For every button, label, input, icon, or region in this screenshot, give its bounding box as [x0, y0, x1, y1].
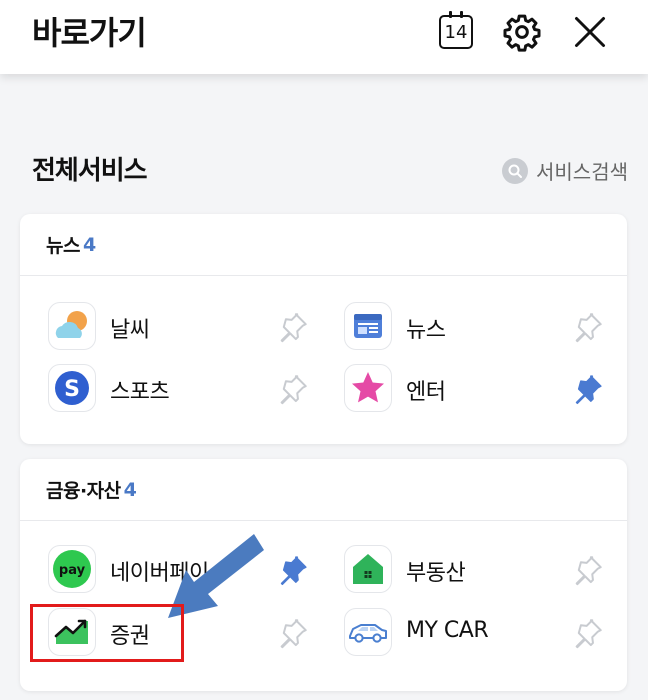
- sports-icon: S: [48, 364, 96, 412]
- entertainment-star-icon: [344, 364, 392, 412]
- category-count: 4: [82, 233, 96, 256]
- svg-text:S: S: [64, 377, 80, 402]
- pin-outline-icon[interactable]: [276, 616, 310, 650]
- service-label: MY CAR: [406, 618, 489, 643]
- pay-badge-text: pay: [59, 563, 86, 578]
- real-estate-house-icon: [344, 545, 392, 593]
- page-title: 바로가기: [32, 14, 147, 52]
- top-header: 바로가기 14: [0, 0, 648, 74]
- news-icon: [344, 302, 392, 350]
- search-icon: [502, 157, 528, 184]
- category-header: 뉴스 4: [20, 214, 627, 276]
- category-name: 금융·자산: [46, 480, 121, 502]
- service-search-label: 서비스검색: [536, 160, 628, 184]
- category-card-news: 뉴스 4 날씨 뉴스 S 스포츠 엔터: [20, 214, 627, 444]
- pin-filled-icon[interactable]: [276, 553, 310, 587]
- close-button[interactable]: [568, 10, 612, 54]
- pin-filled-icon[interactable]: [571, 372, 605, 406]
- pin-outline-icon[interactable]: [276, 372, 310, 406]
- pin-outline-icon[interactable]: [276, 310, 310, 344]
- category-count: 4: [123, 478, 137, 501]
- car-icon: [344, 608, 392, 656]
- calendar-button[interactable]: 14: [434, 10, 478, 54]
- settings-button[interactable]: [500, 10, 544, 54]
- weather-icon: [48, 302, 96, 350]
- category-header: 금융·자산 4: [20, 459, 627, 521]
- service-search-button[interactable]: 서비스검색: [502, 156, 628, 185]
- gear-icon: [503, 14, 541, 52]
- category-name: 뉴스: [46, 235, 80, 257]
- service-label: 엔터: [406, 380, 446, 405]
- pin-outline-icon[interactable]: [571, 553, 605, 587]
- service-label: 부동산: [406, 561, 466, 586]
- pin-outline-icon[interactable]: [571, 616, 605, 650]
- service-label: 뉴스: [406, 318, 446, 343]
- calendar-day: 14: [444, 21, 468, 43]
- highlight-box: [30, 604, 184, 662]
- pay-icon: pay: [48, 545, 96, 593]
- pin-outline-icon[interactable]: [571, 310, 605, 344]
- calendar-icon: 14: [439, 11, 473, 49]
- section-title: 전체서비스: [32, 156, 148, 186]
- service-label: 날씨: [110, 318, 150, 343]
- close-icon: [575, 17, 605, 47]
- service-label: 스포츠: [110, 380, 170, 405]
